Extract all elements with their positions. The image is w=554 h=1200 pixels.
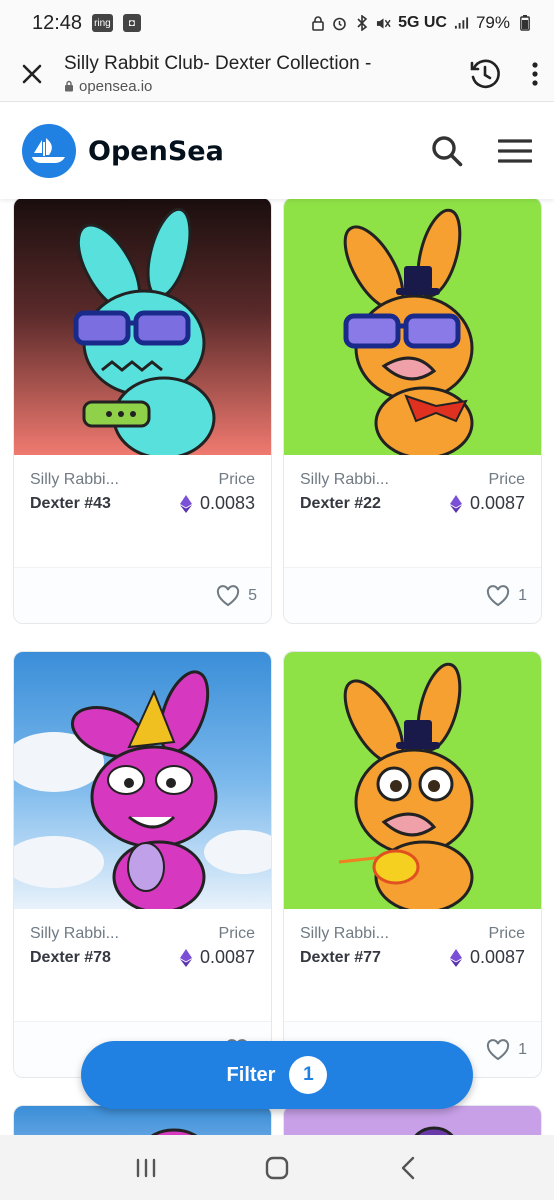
menu-icon[interactable] [498,138,532,164]
nft-name: Dexter #22 [300,495,381,512]
page-url: opensea.io [79,77,153,95]
price-value: 0.0083 [199,493,255,513]
price-value: 0.0087 [199,947,255,967]
app-notification-icon: ◘ [122,14,141,32]
mute-icon [376,16,391,31]
eth-icon [179,494,192,513]
more-options-button[interactable] [516,46,554,102]
collection-name[interactable]: Silly Rabbi... [300,925,389,943]
price-value-row: 0.0087 [179,947,255,968]
close-tab-button[interactable] [0,46,64,102]
network-type: 5G UC [398,14,447,31]
home-icon [265,1156,289,1179]
card-info: Silly Rabbi... Dexter #78 Price 0.0087 [14,909,271,1021]
search-icon[interactable] [430,134,464,168]
price-label: Price [488,471,525,488]
nft-card[interactable]: Silly Rabbi... Dexter #78 Price 0.0087 [13,651,272,1078]
heart-icon[interactable] [486,584,510,607]
nft-card[interactable]: Silly Rabbi... Dexter #77 Price 0.0087 1 [283,651,542,1078]
collection-name[interactable]: Silly Rabbi... [300,471,389,489]
bluetooth-icon [354,15,369,31]
history-button[interactable] [454,46,516,102]
recent-apps-icon [136,1158,155,1177]
card-footer: 5 [14,567,271,623]
page-title: Silly Rabbit Club- Dexter Collection - [64,52,372,74]
url-area[interactable]: Silly Rabbit Club- Dexter Collection - o… [64,53,454,95]
filter-button[interactable]: Filter 1 [81,1041,473,1109]
nft-name: Dexter #43 [30,495,111,512]
battery-icon [517,15,532,31]
heart-icon[interactable] [216,584,240,607]
collection-name[interactable]: Silly Rabbi... [30,925,119,943]
status-bar: 12:48 ring ◘ 5G UC 79% [0,0,554,46]
price-label: Price [488,925,525,942]
status-time: 12:48 [32,11,83,34]
eth-icon [179,948,192,967]
lock-status-icon [310,15,325,31]
card-info: Silly Rabbi... Dexter #22 Price 0.0087 [284,455,541,567]
price-value-row: 0.0087 [449,493,525,514]
ring-notification-icon: ring [92,14,113,32]
nft-card[interactable]: Silly Rabbi... Dexter #22 Price 0.0087 1 [283,199,542,624]
filter-count-badge: 1 [289,1056,328,1094]
signal-icon [454,16,469,31]
opensea-logo-icon[interactable] [22,124,76,178]
price-label: Price [218,925,255,942]
nft-name: Dexter #77 [300,949,381,966]
filter-label: Filter [226,1063,276,1086]
nft-grid: Silly Rabbi... Dexter #43 Price 0.0083 5 [0,199,554,1135]
nft-image-partial[interactable] [284,1106,541,1135]
nft-image-partial[interactable] [14,1106,271,1135]
lock-icon [65,80,73,92]
card-info: Silly Rabbi... Dexter #43 Price 0.0083 [14,455,271,567]
nft-card[interactable] [283,1105,542,1135]
nft-image-dexter-43[interactable] [14,199,271,455]
more-vert-icon [532,61,538,86]
brand-name[interactable]: OpenSea [88,136,224,167]
nft-image-dexter-78[interactable] [14,652,271,909]
eth-icon [449,948,462,967]
card-footer: 1 [284,567,541,623]
nft-image-dexter-77[interactable] [284,652,541,909]
home-button[interactable] [247,1143,307,1193]
battery-percent: 79% [475,13,510,32]
back-button[interactable] [378,1143,438,1193]
site-header: OpenSea [0,103,554,199]
like-count: 1 [518,586,527,604]
like-count: 1 [518,1040,527,1058]
alarm-icon [332,16,347,31]
price-value-row: 0.0087 [449,947,525,968]
heart-icon[interactable] [486,1038,510,1061]
recent-apps-button[interactable] [116,1143,176,1193]
history-icon [470,59,500,88]
nft-card[interactable] [13,1105,272,1135]
collection-name[interactable]: Silly Rabbi... [30,471,119,489]
nft-name: Dexter #78 [30,949,111,966]
price-value: 0.0087 [469,947,525,967]
back-icon [402,1156,415,1179]
nft-image-dexter-22[interactable] [284,199,541,455]
price-value: 0.0087 [469,493,525,513]
system-nav-bar [0,1135,554,1200]
like-count: 5 [248,586,257,604]
browser-bar: Silly Rabbit Club- Dexter Collection - o… [0,46,554,102]
close-icon [22,64,42,83]
page-url-row: opensea.io [64,78,454,95]
price-label: Price [218,471,255,488]
eth-icon [449,494,462,513]
price-value-row: 0.0083 [179,493,255,514]
nft-card[interactable]: Silly Rabbi... Dexter #43 Price 0.0083 5 [13,199,272,624]
card-info: Silly Rabbi... Dexter #77 Price 0.0087 [284,909,541,1021]
